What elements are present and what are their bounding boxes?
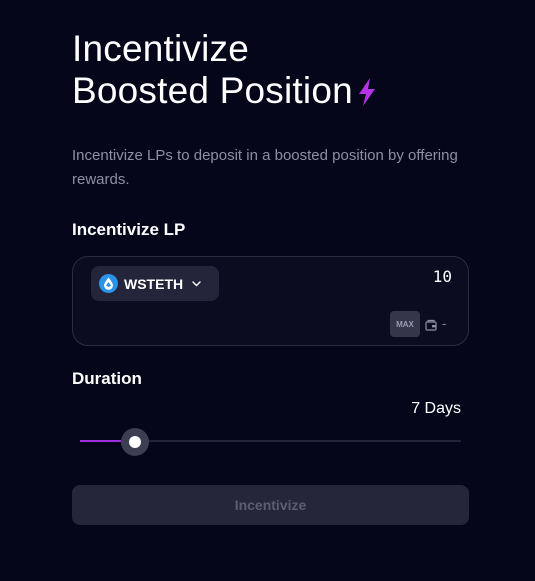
duration-value: 7 Days — [411, 400, 461, 417]
slider-thumb[interactable] — [121, 428, 150, 456]
slider-thumb-dot — [129, 436, 142, 448]
balance-value: - — [442, 316, 447, 331]
page-subtitle: Incentivize LPs to deposit in a boosted … — [72, 147, 458, 188]
wallet-icon — [425, 318, 437, 336]
amount-input[interactable] — [332, 267, 452, 286]
incentivize-lp-label: Incentivize LP — [72, 220, 186, 239]
duration-slider[interactable] — [80, 428, 461, 456]
chevron-down-icon — [192, 280, 201, 287]
token-select-button[interactable]: WSTETH — [91, 266, 219, 301]
page-title: Incentivize Boosted Position — [72, 28, 377, 116]
incentivize-page: Incentivize Boosted Position Incentivize… — [0, 0, 535, 581]
wsteth-token-icon — [99, 274, 118, 293]
duration-label: Duration — [72, 369, 142, 388]
lp-amount-card: WSTETH MAX - — [72, 256, 469, 346]
page-title-line1: Incentivize — [72, 28, 250, 69]
page-title-line2-wrap: Boosted Position — [72, 70, 377, 116]
max-button[interactable]: MAX — [390, 311, 420, 337]
token-symbol: WSTETH — [124, 275, 184, 292]
incentivize-button[interactable]: Incentivize — [72, 485, 469, 525]
page-title-line2: Boosted Position — [72, 70, 353, 111]
lightning-bolt-icon — [357, 74, 377, 116]
